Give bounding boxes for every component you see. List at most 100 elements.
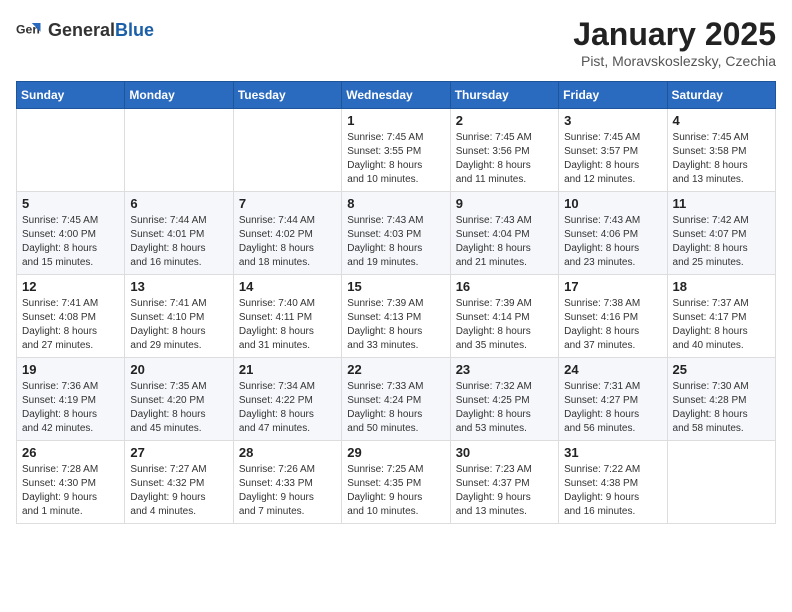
calendar-cell: 22 Sunrise: 7:33 AM Sunset: 4:24 PM Dayli…: [342, 358, 450, 441]
weekday-header: Monday: [125, 82, 233, 109]
day-number: 3: [564, 113, 661, 128]
calendar-cell: 4 Sunrise: 7:45 AM Sunset: 3:58 PM Daylig…: [667, 109, 775, 192]
day-number: 13: [130, 279, 227, 294]
day-info: Sunrise: 7:32 AM Sunset: 4:25 PM Dayligh…: [456, 380, 553, 436]
day-number: 21: [239, 362, 336, 377]
day-info: Sunrise: 7:44 AM Sunset: 4:01 PM Dayligh…: [130, 214, 227, 270]
day-number: 6: [130, 196, 227, 211]
calendar-cell: 23 Sunrise: 7:32 AM Sunset: 4:25 PM Dayli…: [450, 358, 558, 441]
day-info: Sunrise: 7:37 AM Sunset: 4:17 PM Dayligh…: [673, 297, 770, 353]
day-info: Sunrise: 7:39 AM Sunset: 4:14 PM Dayligh…: [456, 297, 553, 353]
calendar-cell: 27 Sunrise: 7:27 AM Sunset: 4:32 PM Dayli…: [125, 441, 233, 524]
calendar-cell: 18 Sunrise: 7:37 AM Sunset: 4:17 PM Dayli…: [667, 275, 775, 358]
day-info: Sunrise: 7:31 AM Sunset: 4:27 PM Dayligh…: [564, 380, 661, 436]
logo-icon: Gen: [16, 16, 44, 44]
day-number: 27: [130, 445, 227, 460]
day-info: Sunrise: 7:45 AM Sunset: 3:56 PM Dayligh…: [456, 131, 553, 187]
logo-text-general: General: [48, 20, 115, 40]
day-info: Sunrise: 7:41 AM Sunset: 4:08 PM Dayligh…: [22, 297, 119, 353]
day-info: Sunrise: 7:28 AM Sunset: 4:30 PM Dayligh…: [22, 463, 119, 519]
calendar-cell: 31Sunrise: 7:22 AM Sunset: 4:38 PM Dayli…: [559, 441, 667, 524]
calendar-cell: [17, 109, 125, 192]
calendar-cell: 21 Sunrise: 7:34 AM Sunset: 4:22 PM Dayli…: [233, 358, 341, 441]
location-title: Pist, Moravskoslezsky, Czechia: [573, 53, 776, 69]
day-number: 28: [239, 445, 336, 460]
calendar-cell: 9 Sunrise: 7:43 AM Sunset: 4:04 PM Daylig…: [450, 192, 558, 275]
calendar-cell: 26 Sunrise: 7:28 AM Sunset: 4:30 PM Dayli…: [17, 441, 125, 524]
day-info: Sunrise: 7:42 AM Sunset: 4:07 PM Dayligh…: [673, 214, 770, 270]
calendar-cell: 24 Sunrise: 7:31 AM Sunset: 4:27 PM Dayli…: [559, 358, 667, 441]
day-number: 14: [239, 279, 336, 294]
calendar-cell: 5 Sunrise: 7:45 AM Sunset: 4:00 PM Daylig…: [17, 192, 125, 275]
day-number: 15: [347, 279, 444, 294]
day-info: Sunrise: 7:38 AM Sunset: 4:16 PM Dayligh…: [564, 297, 661, 353]
day-number: 10: [564, 196, 661, 211]
day-number: 17: [564, 279, 661, 294]
day-info: Sunrise: 7:35 AM Sunset: 4:20 PM Dayligh…: [130, 380, 227, 436]
logo: Gen GeneralBlue: [16, 16, 154, 44]
day-info: Sunrise: 7:36 AM Sunset: 4:19 PM Dayligh…: [22, 380, 119, 436]
calendar-cell: 8Sunrise: 7:43 AM Sunset: 4:03 PM Daylig…: [342, 192, 450, 275]
calendar-week-row: 12 Sunrise: 7:41 AM Sunset: 4:08 PM Dayli…: [17, 275, 776, 358]
calendar-cell: 29 Sunrise: 7:25 AM Sunset: 4:35 PM Dayli…: [342, 441, 450, 524]
calendar-cell: 14 Sunrise: 7:40 AM Sunset: 4:11 PM Dayli…: [233, 275, 341, 358]
calendar-cell: 30Sunrise: 7:23 AM Sunset: 4:37 PM Dayli…: [450, 441, 558, 524]
calendar-week-row: 1 Sunrise: 7:45 AM Sunset: 3:55 PM Daylig…: [17, 109, 776, 192]
calendar-cell: 15 Sunrise: 7:39 AM Sunset: 4:13 PM Dayli…: [342, 275, 450, 358]
day-info: Sunrise: 7:43 AM Sunset: 4:04 PM Dayligh…: [456, 214, 553, 270]
calendar-cell: 1 Sunrise: 7:45 AM Sunset: 3:55 PM Daylig…: [342, 109, 450, 192]
day-number: 20: [130, 362, 227, 377]
calendar-cell: 3Sunrise: 7:45 AM Sunset: 3:57 PM Daylig…: [559, 109, 667, 192]
logo-text-blue: Blue: [115, 20, 154, 40]
day-info: Sunrise: 7:40 AM Sunset: 4:11 PM Dayligh…: [239, 297, 336, 353]
day-number: 9: [456, 196, 553, 211]
day-number: 31: [564, 445, 661, 460]
day-number: 5: [22, 196, 119, 211]
day-number: 12: [22, 279, 119, 294]
day-info: Sunrise: 7:25 AM Sunset: 4:35 PM Dayligh…: [347, 463, 444, 519]
calendar-cell: 2 Sunrise: 7:45 AM Sunset: 3:56 PM Daylig…: [450, 109, 558, 192]
day-number: 25: [673, 362, 770, 377]
day-number: 4: [673, 113, 770, 128]
calendar-week-row: 19Sunrise: 7:36 AM Sunset: 4:19 PM Dayli…: [17, 358, 776, 441]
day-number: 7: [239, 196, 336, 211]
day-number: 18: [673, 279, 770, 294]
day-number: 2: [456, 113, 553, 128]
day-info: Sunrise: 7:39 AM Sunset: 4:13 PM Dayligh…: [347, 297, 444, 353]
day-info: Sunrise: 7:26 AM Sunset: 4:33 PM Dayligh…: [239, 463, 336, 519]
day-number: 16: [456, 279, 553, 294]
calendar-cell: 17 Sunrise: 7:38 AM Sunset: 4:16 PM Dayli…: [559, 275, 667, 358]
weekday-header-row: SundayMondayTuesdayWednesdayThursdayFrid…: [17, 82, 776, 109]
day-number: 24: [564, 362, 661, 377]
title-area: January 2025 Pist, Moravskoslezsky, Czec…: [573, 16, 776, 69]
day-info: Sunrise: 7:43 AM Sunset: 4:06 PM Dayligh…: [564, 214, 661, 270]
day-info: Sunrise: 7:33 AM Sunset: 4:24 PM Dayligh…: [347, 380, 444, 436]
calendar-cell: 16 Sunrise: 7:39 AM Sunset: 4:14 PM Dayli…: [450, 275, 558, 358]
day-info: Sunrise: 7:30 AM Sunset: 4:28 PM Dayligh…: [673, 380, 770, 436]
weekday-header: Tuesday: [233, 82, 341, 109]
day-info: Sunrise: 7:45 AM Sunset: 3:58 PM Dayligh…: [673, 131, 770, 187]
day-info: Sunrise: 7:43 AM Sunset: 4:03 PM Dayligh…: [347, 214, 444, 270]
day-number: 11: [673, 196, 770, 211]
day-info: Sunrise: 7:34 AM Sunset: 4:22 PM Dayligh…: [239, 380, 336, 436]
weekday-header: Friday: [559, 82, 667, 109]
day-info: Sunrise: 7:27 AM Sunset: 4:32 PM Dayligh…: [130, 463, 227, 519]
calendar-cell: 7Sunrise: 7:44 AM Sunset: 4:02 PM Daylig…: [233, 192, 341, 275]
day-number: 29: [347, 445, 444, 460]
calendar-cell: 11 Sunrise: 7:42 AM Sunset: 4:07 PM Dayli…: [667, 192, 775, 275]
day-number: 1: [347, 113, 444, 128]
day-number: 22: [347, 362, 444, 377]
day-info: Sunrise: 7:45 AM Sunset: 3:55 PM Dayligh…: [347, 131, 444, 187]
weekday-header: Thursday: [450, 82, 558, 109]
calendar-cell: 19Sunrise: 7:36 AM Sunset: 4:19 PM Dayli…: [17, 358, 125, 441]
calendar-cell: 12 Sunrise: 7:41 AM Sunset: 4:08 PM Dayli…: [17, 275, 125, 358]
day-info: Sunrise: 7:45 AM Sunset: 4:00 PM Dayligh…: [22, 214, 119, 270]
day-number: 23: [456, 362, 553, 377]
weekday-header: Sunday: [17, 82, 125, 109]
page-header: Gen GeneralBlue January 2025 Pist, Morav…: [16, 16, 776, 69]
day-number: 26: [22, 445, 119, 460]
calendar-cell: [125, 109, 233, 192]
calendar-week-row: 5 Sunrise: 7:45 AM Sunset: 4:00 PM Daylig…: [17, 192, 776, 275]
day-number: 30: [456, 445, 553, 460]
calendar-cell: [233, 109, 341, 192]
